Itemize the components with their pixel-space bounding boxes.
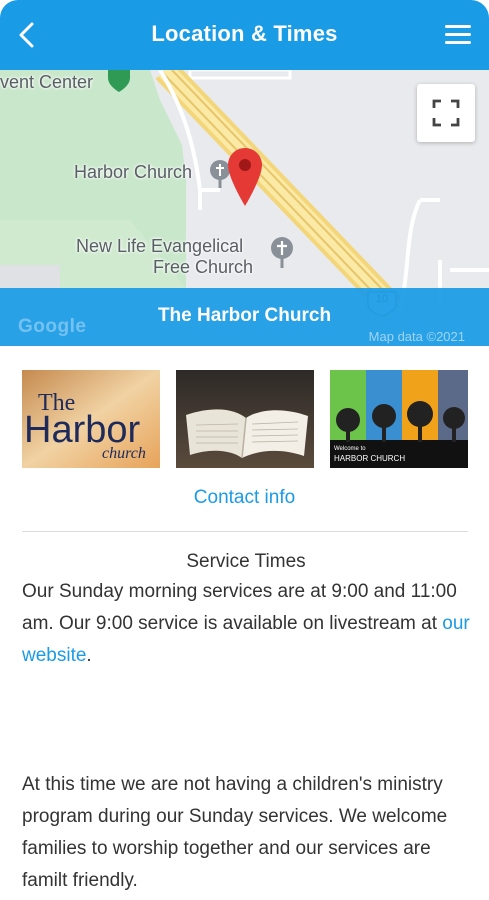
menu-button[interactable]	[445, 24, 473, 46]
map-label-new-life-line2: Free Church	[153, 257, 254, 277]
gallery-image-harbor-logo[interactable]: The Harbor church	[22, 370, 160, 468]
banner-welcome-text: Welcome to	[334, 446, 366, 452]
childrens-ministry-paragraph: At this time we are not having a childre…	[22, 774, 448, 891]
service-times-section: Service Times Our Sunday morning service…	[22, 548, 470, 897]
service-times-paragraph: Our Sunday morning services are at 9:00 …	[22, 576, 470, 672]
app-bar: Location & Times	[0, 0, 489, 70]
contact-info-link[interactable]: Contact info	[0, 487, 489, 509]
fullscreen-icon	[432, 99, 460, 127]
location-pin-icon[interactable]	[226, 146, 264, 208]
hamburger-line	[445, 41, 471, 44]
page-title: Location & Times	[151, 21, 338, 46]
location-map[interactable]: vent Center Harbor Church New Life Evang…	[0, 70, 489, 346]
service-times-heading: Service Times	[186, 551, 306, 572]
photo-gallery: The Harbor church Welcome to HARBOR CHUR…	[22, 370, 468, 468]
gallery-image-welcome-banner[interactable]: Welcome to HARBOR CHURCH	[330, 370, 468, 468]
banner-name-text: HARBOR CHURCH	[334, 454, 405, 463]
fullscreen-button[interactable]	[417, 84, 475, 142]
app-screen: Location & Times vent Center Harbor Chur…	[0, 0, 489, 900]
logo-church-text: church	[102, 445, 146, 462]
hamburger-line	[445, 33, 471, 36]
map-attribution[interactable]: Map data ©2021	[369, 329, 465, 344]
map-label-event-center: vent Center	[0, 72, 94, 92]
gallery-image-bible[interactable]	[176, 370, 314, 468]
map-label-new-life-line1: New Life Evangelical	[76, 236, 244, 256]
google-logo: Google	[18, 316, 87, 337]
map-label-harbor-church: Harbor Church	[74, 162, 193, 182]
hamburger-menu-icon	[445, 25, 471, 28]
divider	[22, 531, 468, 532]
service-text-end: .	[86, 645, 92, 666]
service-text: Our Sunday morning services are at 9:00 …	[22, 581, 457, 634]
